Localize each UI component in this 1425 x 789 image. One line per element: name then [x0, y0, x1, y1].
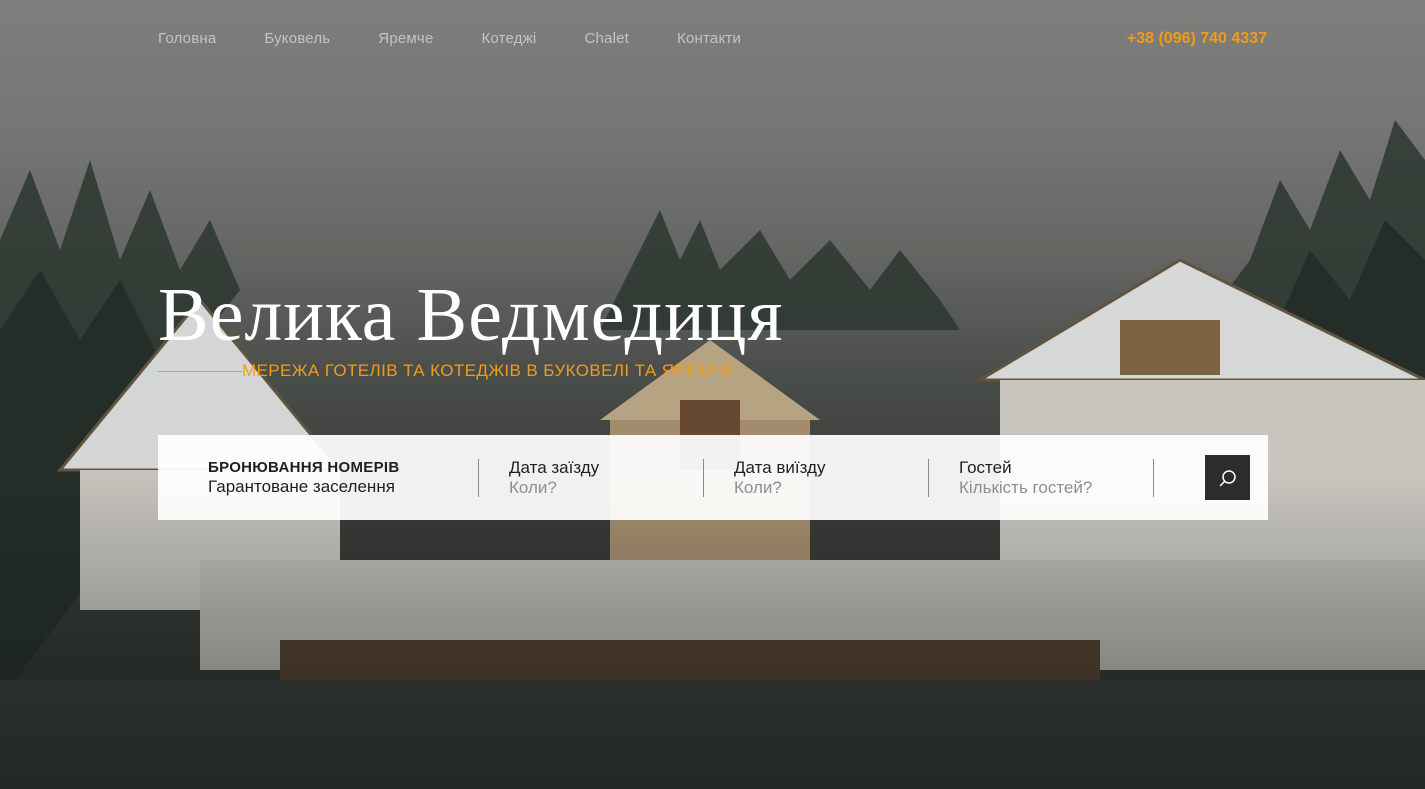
nav-item-yaremche[interactable]: Яремче: [378, 30, 433, 47]
nav-item-cottages[interactable]: Котеджі: [481, 30, 536, 47]
checkin-input[interactable]: [509, 477, 659, 498]
nav-item-contacts[interactable]: Контакти: [677, 30, 741, 47]
divider: [1153, 458, 1154, 497]
checkin-field[interactable]: Дата заїзду: [479, 458, 703, 498]
subtitle-divider: [158, 370, 242, 372]
booking-heading: БРОНЮВАННЯ НОМЕРІВ: [208, 458, 400, 476]
checkout-label: Дата виїзду: [734, 457, 826, 477]
checkout-field[interactable]: Дата виїзду: [704, 458, 928, 498]
checkin-label: Дата заїзду: [509, 457, 600, 477]
dark-overlay: [0, 0, 1425, 789]
page-subtitle: Мережа готелів та котеджів в Буковелі та…: [242, 361, 736, 380]
phone-link[interactable]: +38 (096) 740 4337: [1127, 30, 1267, 48]
search-icon: [1219, 469, 1236, 486]
booking-tagline: Гарантоване заселення: [208, 476, 395, 496]
guests-label: Гостей: [959, 457, 1012, 477]
booking-intro: БРОНЮВАННЯ НОМЕРІВ Гарантоване заселення: [158, 459, 478, 497]
guests-field[interactable]: Гостей: [929, 458, 1153, 498]
hero-section: Головна Буковель Яремче Котеджі Chalet К…: [0, 0, 1425, 789]
nav-item-chalet[interactable]: Chalet: [584, 30, 629, 47]
search-button[interactable]: [1205, 455, 1250, 500]
checkout-input[interactable]: [734, 477, 884, 498]
guests-input[interactable]: [959, 477, 1109, 498]
page-title: Велика Ведмедиця: [158, 273, 784, 357]
subtitle-block: Мережа готелів та котеджів в Буковелі та…: [158, 361, 736, 381]
nav-item-home[interactable]: Головна: [158, 30, 216, 47]
booking-bar: БРОНЮВАННЯ НОМЕРІВ Гарантоване заселення…: [158, 435, 1268, 520]
main-nav: Головна Буковель Яремче Котеджі Chalet К…: [158, 30, 741, 47]
nav-item-bukovel[interactable]: Буковель: [264, 30, 330, 47]
